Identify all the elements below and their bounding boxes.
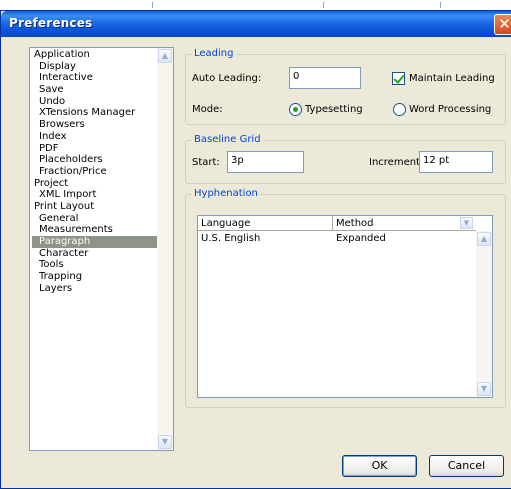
cancel-button[interactable]: Cancel: [429, 455, 504, 477]
tree-item-save[interactable]: Save: [32, 84, 157, 96]
tree-item-fraction-price[interactable]: Fraction/Price: [32, 166, 157, 178]
tree-list: Application Display Interactive Save Undo XTe…: [32, 49, 157, 449]
mode-label: Mode:: [192, 104, 223, 115]
close-button[interactable]: ✕: [494, 14, 511, 35]
chevron-down-icon: ▼: [161, 437, 169, 446]
tree-item-interactive[interactable]: Interactive: [32, 72, 157, 84]
maintain-leading-checkbox[interactable]: [392, 72, 405, 85]
tree-item-display[interactable]: Display: [32, 61, 157, 73]
auto-leading-label: Auto Leading:: [192, 73, 262, 84]
word-processing-radio[interactable]: [393, 103, 406, 116]
cell-method: Expanded: [336, 233, 386, 244]
chevron-up-icon: ▲: [161, 51, 169, 60]
increment-input[interactable]: 12 pt: [419, 151, 493, 173]
method-dropdown-button[interactable]: ▼: [460, 217, 473, 229]
typesetting-label[interactable]: Typesetting: [305, 104, 363, 116]
hyphenation-scrollbar[interactable]: ▲ ▼: [476, 231, 492, 397]
hyphenation-list[interactable]: Language Method ▼ U.S. English Expanded ▲…: [197, 215, 493, 398]
chevron-down-icon: ▼: [463, 219, 470, 227]
word-processing-label[interactable]: Word Processing: [409, 104, 491, 116]
chevron-down-icon: ▼: [480, 384, 488, 393]
tree-scrollbar[interactable]: ▲ ▼: [157, 48, 173, 450]
dialog-content: Application Display Interactive Save Undo XTe…: [5, 37, 511, 486]
tree-item-layers[interactable]: Layers: [32, 283, 157, 295]
typesetting-radio[interactable]: [289, 103, 302, 116]
preferences-dialog: Preferences ✕ Application Display Interact…: [0, 10, 511, 489]
scroll-up-button[interactable]: ▲: [158, 49, 172, 63]
tree-item-pdf[interactable]: PDF: [32, 143, 157, 155]
scroll-down-button[interactable]: ▼: [477, 382, 491, 396]
column-header-method[interactable]: Method: [333, 216, 476, 231]
tree-item-project[interactable]: Project: [32, 178, 157, 190]
scroll-up-button[interactable]: ▲: [477, 232, 491, 246]
tree-item-application[interactable]: Application: [32, 49, 157, 61]
baseline-grid-legend: Baseline Grid: [192, 134, 263, 146]
tree-item-trapping[interactable]: Trapping: [32, 271, 157, 283]
chevron-up-icon: ▲: [480, 234, 488, 243]
leading-group: Leading Auto Leading: 0 Maintain Leading…: [185, 48, 506, 125]
category-tree: Application Display Interactive Save Undo XTe…: [29, 47, 174, 451]
hyphenation-group: Hyphenation Language Method ▼ U.S. Engli…: [185, 188, 506, 408]
tree-item-measurements[interactable]: Measurements: [32, 224, 157, 236]
tree-item-xml-import[interactable]: XML Import: [32, 189, 157, 201]
scroll-down-button[interactable]: ▼: [158, 435, 172, 449]
auto-leading-input[interactable]: 0: [289, 67, 361, 89]
close-icon: ✕: [498, 15, 511, 33]
tree-item-undo[interactable]: Undo: [32, 96, 157, 108]
background-strip: [0, 0, 511, 10]
start-label: Start:: [192, 157, 220, 168]
hyphenation-header: Language Method ▼: [198, 216, 476, 231]
strip-tick: [152, 2, 153, 8]
tree-item-character[interactable]: Character: [32, 248, 157, 260]
tree-item-print-layout[interactable]: Print Layout: [32, 201, 157, 213]
tree-item-tools[interactable]: Tools: [32, 259, 157, 271]
tree-item-general[interactable]: General: [32, 213, 157, 225]
tree-item-xtensions-manager[interactable]: XTensions Manager: [32, 107, 157, 119]
increment-label: Increment:: [369, 157, 424, 168]
tree-item-browsers[interactable]: Browsers: [32, 119, 157, 131]
column-header-language[interactable]: Language: [198, 216, 333, 231]
baseline-grid-group: Baseline Grid Start: 3p Increment: 12 pt: [185, 134, 506, 184]
tree-item-index[interactable]: Index: [32, 131, 157, 143]
window-title: Preferences: [9, 16, 93, 30]
hyphenation-legend: Hyphenation: [192, 188, 260, 200]
title-bar[interactable]: Preferences ✕: [1, 11, 511, 37]
tree-item-placeholders[interactable]: Placeholders: [32, 154, 157, 166]
leading-legend: Leading: [192, 48, 236, 60]
tree-item-paragraph[interactable]: Paragraph: [32, 236, 157, 248]
maintain-leading-label[interactable]: Maintain Leading: [409, 73, 495, 85]
strip-tick: [323, 2, 324, 8]
cell-language: U.S. English: [201, 233, 261, 244]
start-input[interactable]: 3p: [227, 151, 304, 173]
strip-tick: [440, 2, 441, 8]
ok-button[interactable]: OK: [342, 455, 417, 477]
